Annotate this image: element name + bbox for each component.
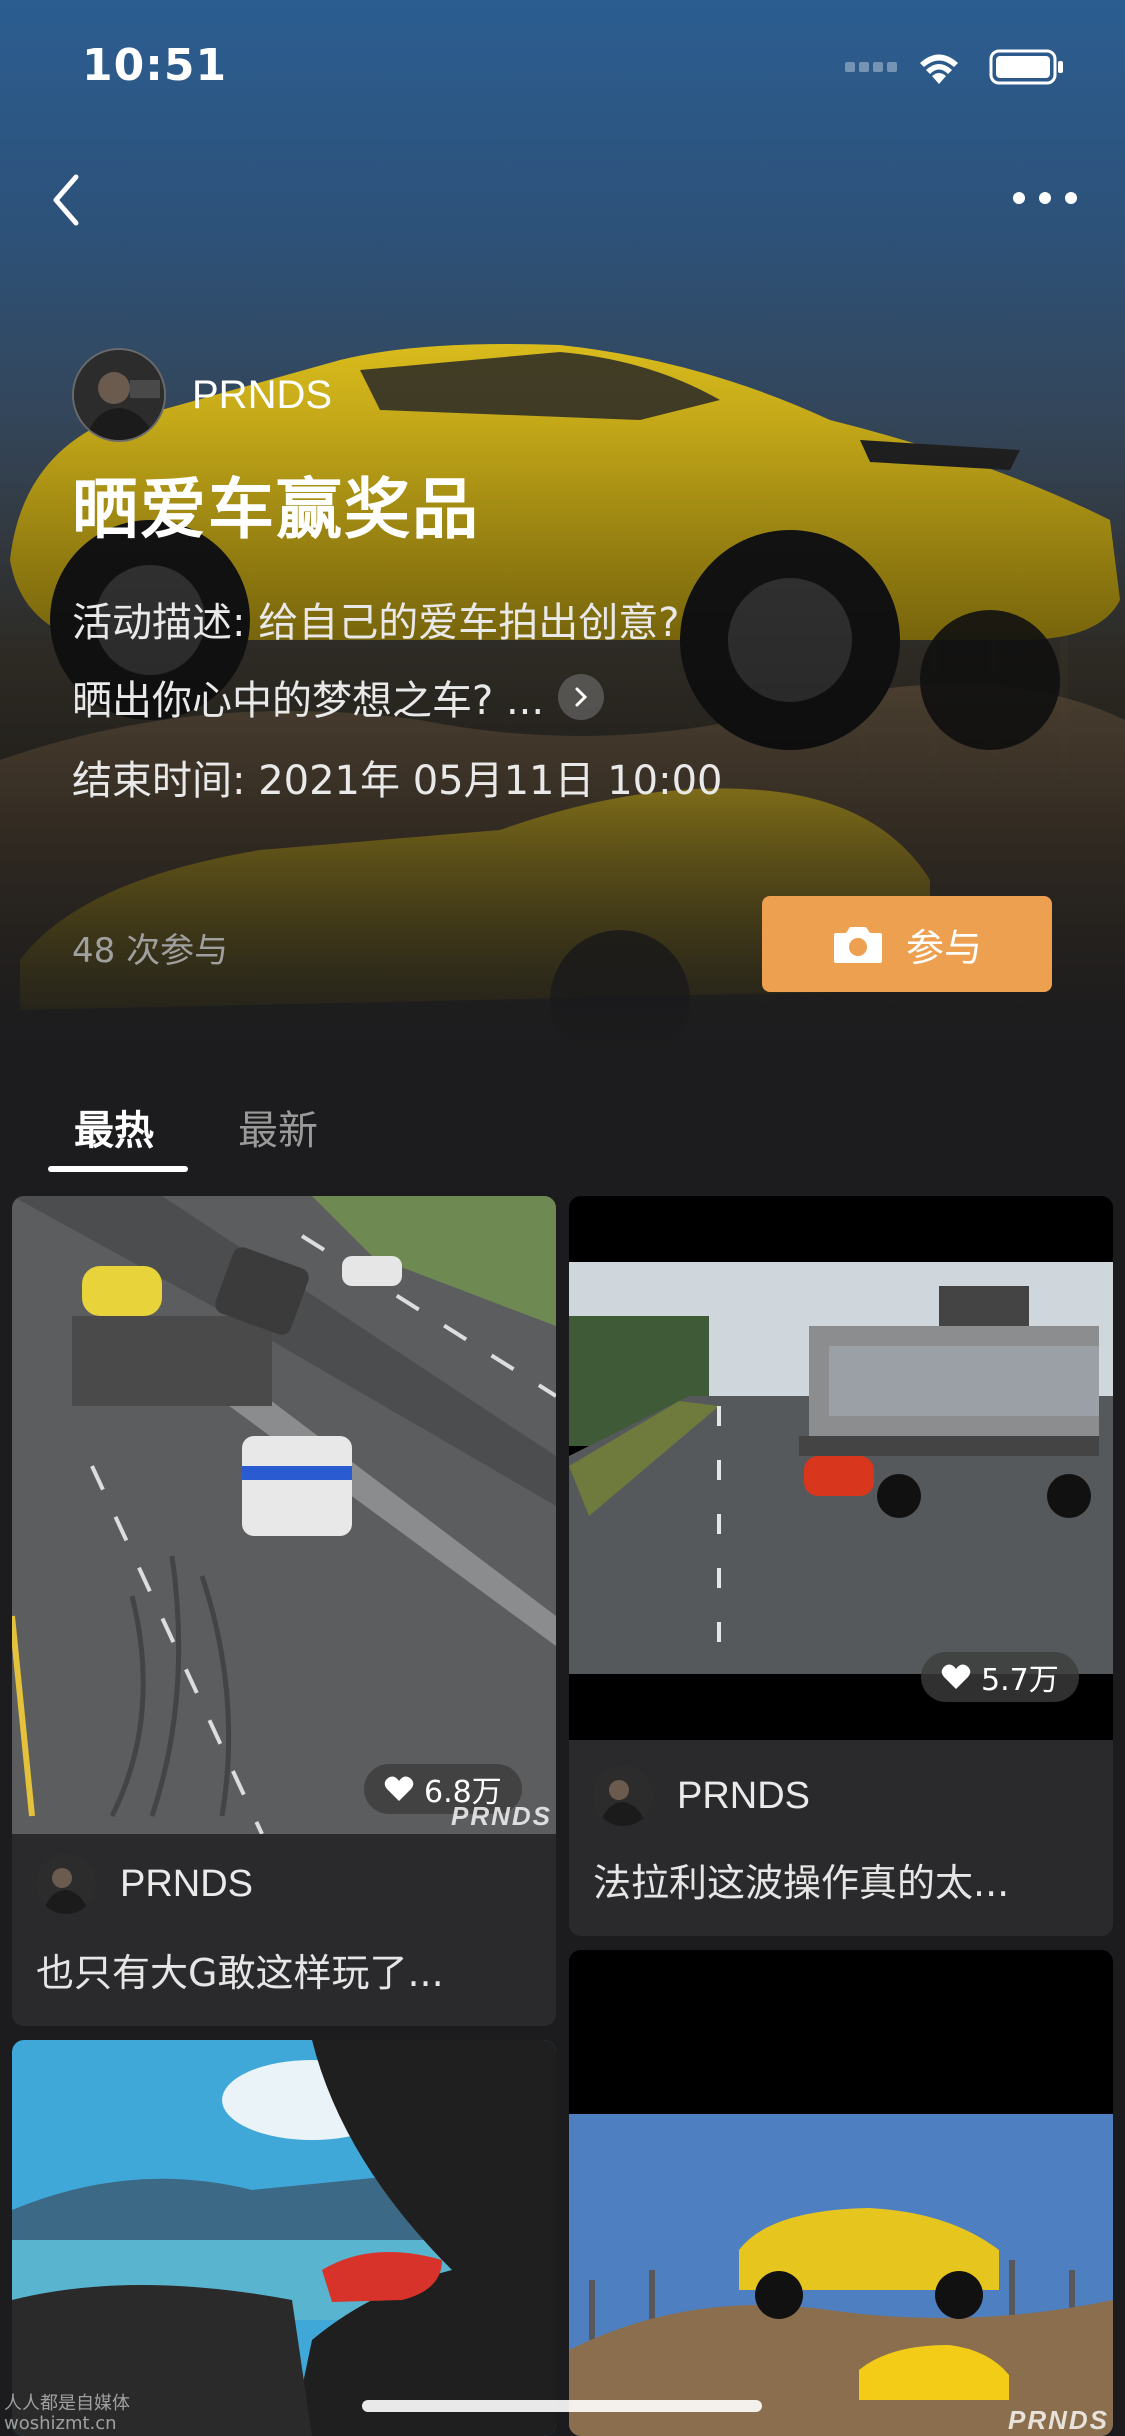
join-button-label: 参与 bbox=[905, 925, 982, 970]
activity-end-time: 结束时间: 2021年 05月11日 10:00 bbox=[72, 758, 723, 804]
author-avatar[interactable] bbox=[72, 348, 166, 442]
post-card[interactable]: 6.8万 PRNDS PRNDS 也只有大G敢这样玩了... bbox=[12, 1196, 556, 2026]
tab-hottest[interactable]: 最热 bbox=[74, 1098, 154, 1156]
post-author-name[interactable]: PRNDS bbox=[677, 1775, 810, 1818]
post-thumbnail[interactable]: PRNDS bbox=[569, 1950, 1113, 2436]
post-card[interactable]: PRNDS bbox=[569, 1950, 1113, 2436]
post-card[interactable]: 5.7万 PRNDS 法拉利这波操作真的太... bbox=[569, 1196, 1113, 1936]
post-title[interactable]: 法拉利这波操作真的太... bbox=[593, 1852, 1009, 1907]
activity-author[interactable]: PRNDS bbox=[72, 348, 332, 442]
post-image bbox=[12, 1196, 556, 1834]
status-time: 10:51 bbox=[82, 40, 228, 91]
author-name[interactable]: PRNDS bbox=[192, 373, 332, 418]
post-thumbnail[interactable]: 5.7万 bbox=[569, 1196, 1113, 1740]
activity-description-line1: 活动描述: 给自己的爱车拍出创意? bbox=[72, 600, 680, 646]
post-author[interactable]: PRNDS bbox=[593, 1766, 810, 1826]
feed-tabs: 最热 最新 bbox=[0, 1080, 1125, 1180]
post-author[interactable]: PRNDS bbox=[36, 1854, 253, 1914]
home-indicator[interactable] bbox=[362, 2400, 762, 2412]
site-watermark-line2: woshizmt.cn bbox=[4, 2413, 117, 2434]
post-author-name[interactable]: PRNDS bbox=[120, 1863, 253, 1906]
post-author-avatar[interactable] bbox=[593, 1766, 653, 1826]
video-watermark: PRNDS bbox=[450, 1801, 552, 1831]
signal-icon bbox=[845, 62, 897, 72]
status-icons bbox=[845, 49, 1063, 85]
tab-newest[interactable]: 最新 bbox=[238, 1098, 318, 1156]
heart-icon bbox=[941, 1664, 971, 1689]
site-watermark-line1: 人人都是自媒体 bbox=[4, 2393, 130, 2414]
battery-icon bbox=[989, 49, 1063, 85]
post-image bbox=[569, 1950, 1113, 2436]
chevron-right-icon[interactable] bbox=[558, 674, 605, 720]
heart-icon bbox=[384, 1776, 414, 1801]
post-title[interactable]: 也只有大G敢这样玩了... bbox=[36, 1942, 444, 1997]
post-card[interactable] bbox=[12, 2040, 556, 2436]
camera-icon bbox=[833, 927, 882, 963]
description-text: 晒出你心中的梦想之车? ... bbox=[72, 678, 545, 724]
post-thumbnail[interactable] bbox=[12, 2040, 556, 2436]
back-chevron-icon[interactable] bbox=[42, 165, 102, 235]
activity-description-line2[interactable]: 晒出你心中的梦想之车? ... bbox=[72, 668, 605, 726]
wifi-icon bbox=[920, 54, 958, 84]
participant-count: 48 次参与 bbox=[72, 931, 229, 971]
site-watermark: 人人都是自媒体 woshizmt.cn bbox=[4, 2394, 130, 2434]
more-dots-icon[interactable] bbox=[1005, 180, 1085, 216]
like-count: 5.7万 bbox=[981, 1663, 1059, 1698]
activity-title: 晒爱车赢奖品 bbox=[72, 471, 480, 548]
like-count-badge: 5.7万 bbox=[921, 1652, 1079, 1702]
active-tab-indicator bbox=[48, 1166, 188, 1172]
post-author-avatar[interactable] bbox=[36, 1854, 96, 1914]
video-watermark: PRNDS bbox=[1007, 2405, 1109, 2435]
post-image bbox=[12, 2040, 556, 2436]
post-thumbnail[interactable]: 6.8万 PRNDS bbox=[12, 1196, 556, 1834]
join-button[interactable]: 参与 bbox=[762, 896, 1052, 992]
